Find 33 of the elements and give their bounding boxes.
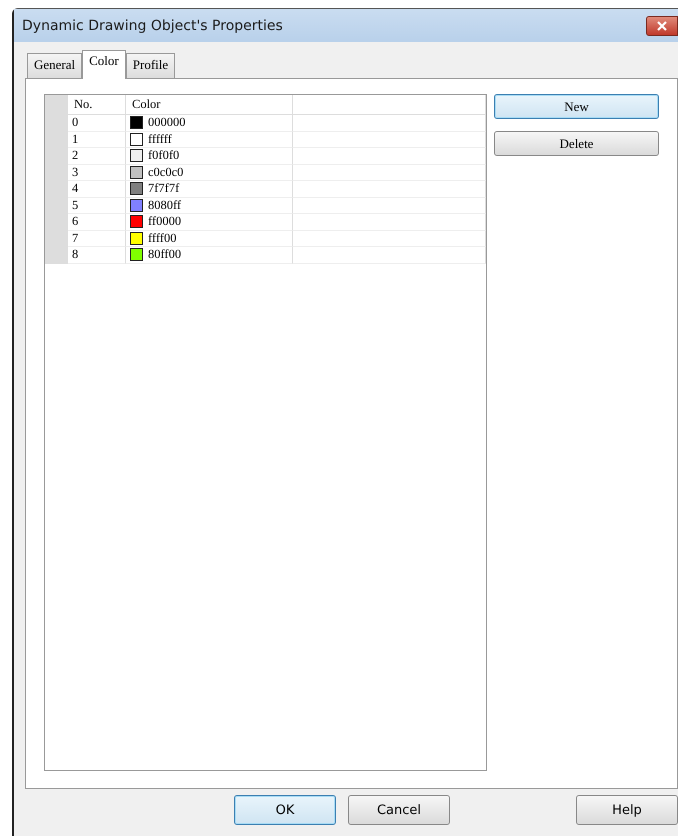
row-header[interactable] xyxy=(45,247,68,264)
tab[interactable]: Profile xyxy=(126,53,176,78)
action-button[interactable]: Delete xyxy=(494,131,659,156)
corner-header xyxy=(45,95,68,115)
color-value: ffffff xyxy=(148,132,172,147)
color-value: c0c0c0 xyxy=(148,164,184,180)
column-header: Color xyxy=(126,95,293,115)
table-cell: 6 xyxy=(68,214,126,230)
color-value: ff0000 xyxy=(148,214,182,230)
table-cell: 3 xyxy=(68,164,126,181)
color-value: 8080ff xyxy=(148,198,182,213)
table-cell: 7 xyxy=(68,230,126,247)
table-cell: 4 xyxy=(68,181,126,198)
table-cell: 8 xyxy=(68,247,126,264)
color-value: 000000 xyxy=(148,115,186,130)
window-title: Dynamic Drawing Object's Properties xyxy=(22,18,283,34)
color-value: ffff00 xyxy=(148,230,176,246)
color-value: f0f0f0 xyxy=(148,148,180,164)
column-header: No. xyxy=(68,95,126,115)
dialog-button[interactable]: Help xyxy=(576,795,678,825)
table-cell: 2 xyxy=(68,148,126,164)
table-cell: 5 xyxy=(68,198,126,214)
color-value: 7f7f7f xyxy=(148,181,180,196)
dialog-button[interactable]: OK xyxy=(234,795,336,825)
table-cell: 1 xyxy=(68,132,126,148)
table-cell: 0 xyxy=(68,115,126,132)
close-icon xyxy=(657,20,667,30)
tab[interactable]: Color xyxy=(82,50,126,79)
tab[interactable]: General xyxy=(27,53,82,78)
dialog-button[interactable]: Cancel xyxy=(348,795,450,825)
color-value: 80ff00 xyxy=(148,247,182,262)
close-button[interactable] xyxy=(646,16,678,36)
action-button[interactable]: New xyxy=(494,94,659,119)
